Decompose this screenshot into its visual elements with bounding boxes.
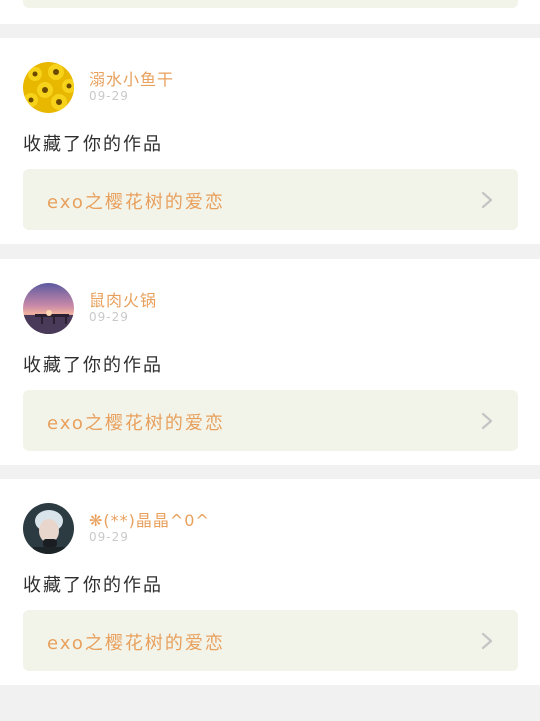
previous-work-link-remnant[interactable] [23,0,518,8]
username[interactable]: ❋(**)晶晶^0^ [89,507,210,531]
work-link[interactable]: exo之樱花树的爱恋 [23,390,518,451]
work-title: exo之樱花树的爱恋 [47,413,225,434]
username[interactable]: 鼠肉火锅 [89,287,157,311]
work-title: exo之樱花树的爱恋 [47,192,225,213]
previous-card-remnant [0,0,540,24]
user-avatar[interactable] [23,62,74,113]
user-avatar[interactable] [23,503,74,554]
work-link[interactable]: exo之樱花树的爱恋 [23,610,518,671]
work-link[interactable]: exo之樱花树的爱恋 [23,169,518,230]
activity-card: 溺水小鱼干 09-29 收藏了你的作品 exo之樱花树的爱恋 [0,38,540,244]
chevron-right-icon [481,632,493,650]
timestamp: 09-29 [89,89,129,103]
username[interactable]: 溺水小鱼干 [89,66,174,90]
timestamp: 09-29 [89,530,129,544]
activity-text: 收藏了你的作品 [23,355,163,376]
user-avatar[interactable] [23,283,74,334]
chevron-right-icon [481,191,493,209]
activity-card: ❋(**)晶晶^0^ 09-29 收藏了你的作品 exo之樱花树的爱恋 [0,479,540,685]
timestamp: 09-29 [89,310,129,324]
activity-text: 收藏了你的作品 [23,575,163,596]
work-title: exo之樱花树的爱恋 [47,633,225,654]
activity-text: 收藏了你的作品 [23,134,163,155]
activity-card: 鼠肉火锅 09-29 收藏了你的作品 exo之樱花树的爱恋 [0,259,540,465]
chevron-right-icon [481,412,493,430]
